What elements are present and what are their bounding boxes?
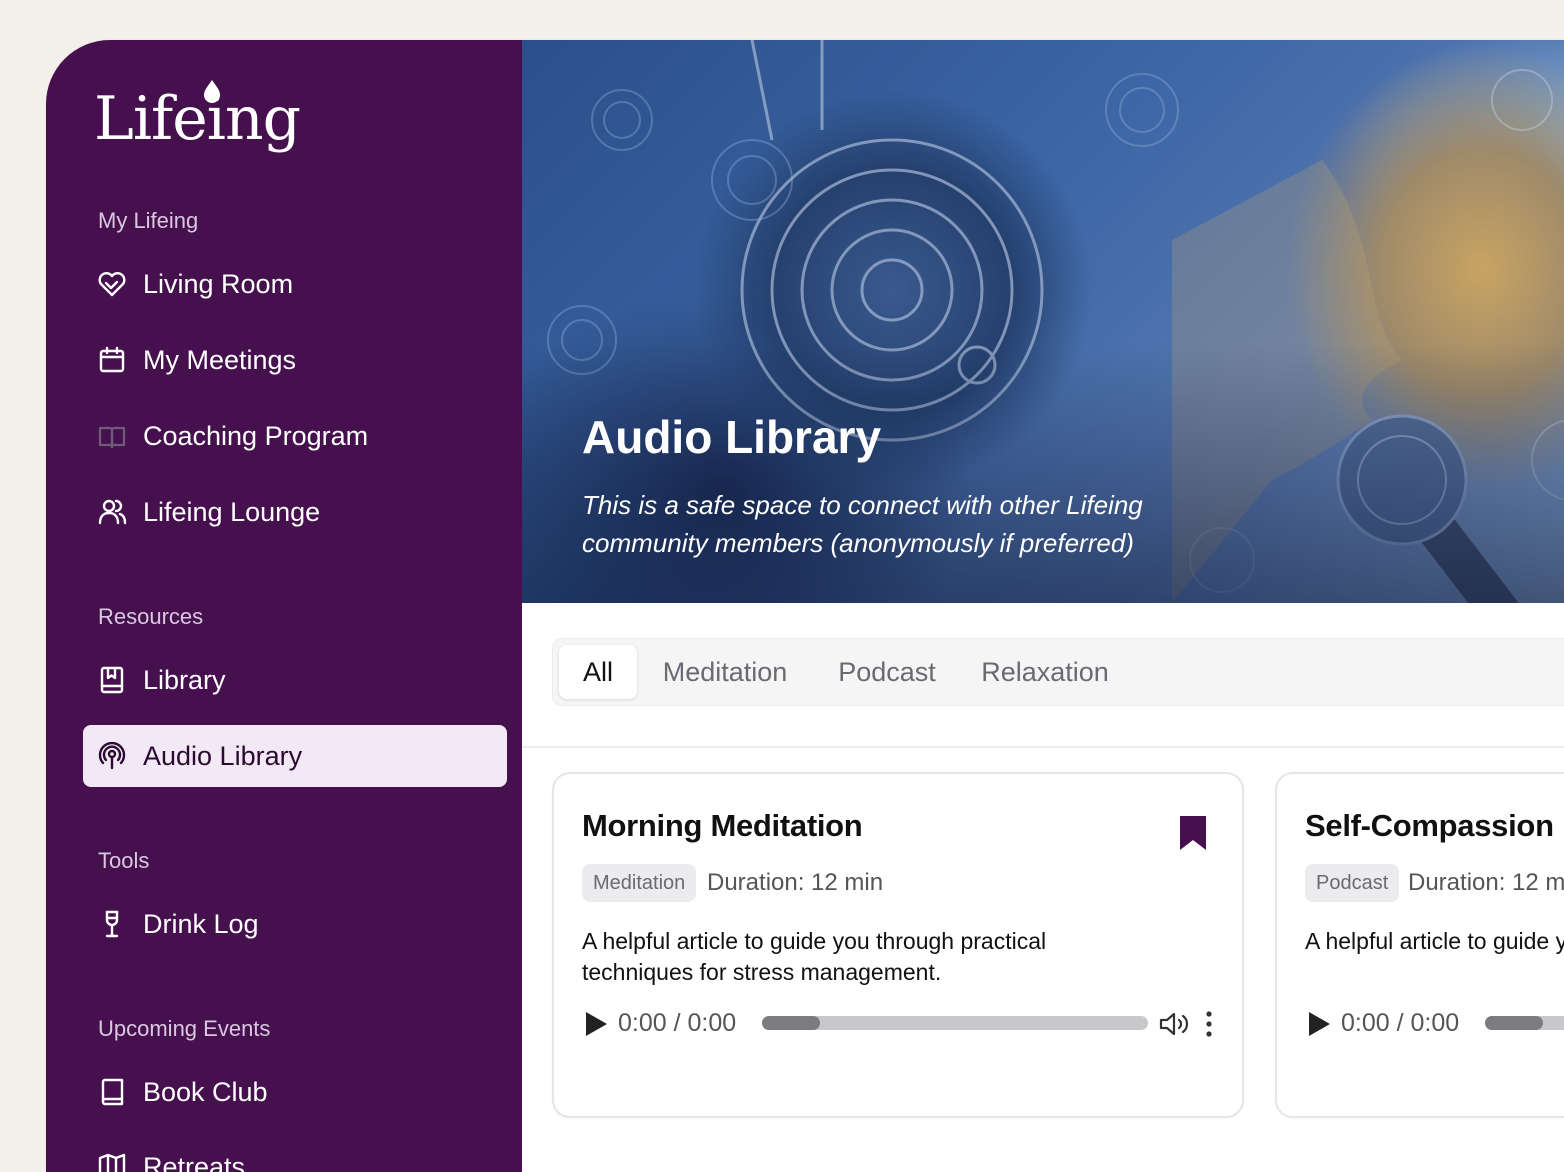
- sidebar-item-drink-log[interactable]: Drink Log: [83, 893, 507, 955]
- volume-icon[interactable]: [1158, 1010, 1190, 1038]
- audio-card: Morning Meditation Meditation Duration: …: [552, 772, 1244, 1118]
- sidebar-item-library[interactable]: Library: [83, 649, 507, 711]
- page-title: Audio Library: [582, 411, 882, 463]
- category-badge: Podcast: [1305, 864, 1400, 902]
- hero-shade: [522, 343, 1564, 603]
- tab-podcast[interactable]: Podcast: [823, 645, 951, 699]
- duration-text: Duration: 12 mi: [1408, 869, 1564, 896]
- audio-player: 0:00 / 0:00: [582, 1007, 1222, 1041]
- sidebar-item-book-club[interactable]: Book Club: [83, 1061, 507, 1123]
- lifeing-logo[interactable]: Lifeing: [94, 80, 301, 154]
- open-book-icon: [97, 421, 127, 451]
- card-title: Morning Meditation: [582, 808, 863, 843]
- sidebar-item-label: Retreats: [143, 1151, 246, 1172]
- card-description: A helpful article to guide you through p…: [582, 928, 1047, 985]
- bookmark-book-icon: [97, 665, 127, 695]
- sidebar-item-label: Drink Log: [143, 908, 259, 939]
- logo-text: Lifeing: [94, 84, 301, 154]
- time-display: 0:00 / 0:00: [1341, 1009, 1460, 1037]
- sidebar-item-label: Audio Library: [143, 740, 303, 771]
- section-label-upcoming-events: Upcoming Events: [98, 1016, 271, 1041]
- sidebar-item-label: Library: [143, 664, 226, 695]
- bookmark-icon[interactable]: [1178, 814, 1208, 852]
- book-icon: [97, 1077, 127, 1107]
- sidebar-item-label: My Meetings: [143, 344, 297, 375]
- duration-text: Duration: 12 min: [707, 869, 884, 896]
- app-window: Lifeing My Lifeing Living Room My Meetin…: [46, 40, 1564, 1172]
- play-icon[interactable]: [582, 1010, 610, 1038]
- sidebar-item-audio-library[interactable]: Audio Library: [83, 725, 507, 787]
- users-icon: [97, 497, 127, 527]
- section-label-my-lifeing: My Lifeing: [98, 208, 199, 233]
- sidebar-item-label: Book Club: [143, 1076, 268, 1107]
- card-description: A helpful article to guide y techniques …: [1305, 928, 1564, 954]
- sidebar-item-my-meetings[interactable]: My Meetings: [83, 329, 507, 391]
- sidebar-item-living-room[interactable]: Living Room: [83, 253, 507, 315]
- hero-banner: Audio Library This is a safe space to co…: [522, 40, 1564, 603]
- audio-player: 0:00 / 0:00: [1305, 1007, 1564, 1041]
- tab-relaxation[interactable]: Relaxation: [969, 645, 1121, 699]
- wine-glass-icon: [97, 909, 127, 939]
- map-icon: [97, 1152, 127, 1172]
- tab-all[interactable]: All: [559, 645, 637, 699]
- heart-hands-icon: [97, 269, 127, 299]
- audio-card: Self-Compassion Po Podcast Duration: 12 …: [1275, 772, 1564, 1118]
- time-display: 0:00 / 0:00: [618, 1009, 737, 1037]
- category-badge: Meditation: [582, 864, 697, 902]
- progress-fill: [1485, 1016, 1543, 1030]
- section-label-resources: Resources: [98, 604, 204, 629]
- play-icon[interactable]: [1305, 1010, 1333, 1038]
- card-title: Self-Compassion Po: [1305, 808, 1564, 843]
- logo-drop-icon: [204, 80, 220, 103]
- progress-fill: [762, 1016, 820, 1030]
- progress-track[interactable]: [762, 1016, 1148, 1030]
- calendar-icon: [97, 345, 127, 375]
- sidebar-item-retreats[interactable]: Retreats: [83, 1136, 507, 1172]
- progress-track[interactable]: [1485, 1016, 1564, 1030]
- content-divider: [522, 746, 1564, 748]
- sidebar-item-label: Lifeing Lounge: [143, 496, 321, 527]
- section-label-tools: Tools: [98, 848, 150, 873]
- sidebar-item-label: Living Room: [143, 268, 294, 299]
- podcast-icon: [97, 741, 127, 771]
- page-subtitle: This is a safe space to connect with oth…: [582, 490, 1143, 558]
- sidebar: Lifeing My Lifeing Living Room My Meetin…: [46, 40, 522, 1172]
- sidebar-item-label: Coaching Program: [143, 420, 369, 451]
- tab-meditation[interactable]: Meditation: [647, 645, 803, 699]
- category-tabs: All Meditation Podcast Relaxation: [552, 638, 1564, 706]
- sidebar-item-coaching-program[interactable]: Coaching Program: [83, 405, 507, 467]
- more-options-icon[interactable]: [1202, 1009, 1216, 1039]
- sidebar-item-lifeing-lounge[interactable]: Lifeing Lounge: [83, 481, 507, 543]
